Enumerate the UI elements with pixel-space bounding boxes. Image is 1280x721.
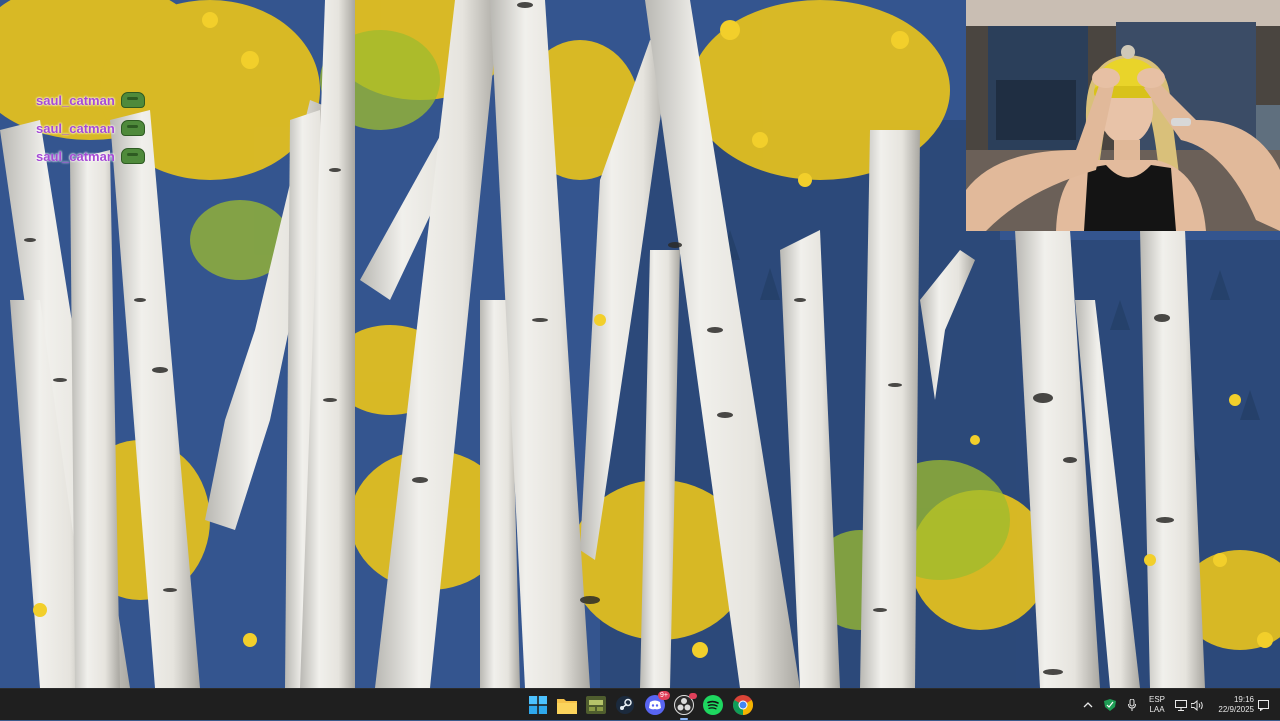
frog-emote-icon: [120, 120, 145, 136]
microphone-tray-button[interactable]: [1124, 689, 1140, 721]
obs-button[interactable]: [673, 693, 697, 720]
speaker-icon: [1190, 699, 1203, 711]
windows-icon: [529, 696, 547, 714]
steam-icon: [616, 696, 634, 714]
notifications-button[interactable]: [1256, 689, 1270, 721]
clock-time: 19:16: [1233, 695, 1254, 704]
chat-username: saul_catman: [36, 92, 115, 108]
file-explorer-button[interactable]: [556, 694, 578, 716]
microphone-icon: [1128, 699, 1136, 711]
notification-bell-icon: [1257, 699, 1269, 711]
spotify-icon: [703, 695, 723, 715]
network-icon: [1175, 699, 1187, 711]
network-tray-button[interactable]: [1174, 689, 1188, 721]
game-app-button[interactable]: [585, 694, 607, 716]
show-hidden-icons-button[interactable]: [1080, 689, 1096, 721]
defender-tray-button[interactable]: [1102, 689, 1118, 721]
chat-username: saul_catman: [36, 148, 115, 164]
clock-date: 22/9/2025: [1218, 705, 1254, 714]
webcam-overlay: [966, 0, 1280, 231]
start-button[interactable]: [527, 694, 549, 716]
input-language-button[interactable]: ESP LAA: [1146, 695, 1168, 715]
volume-tray-button[interactable]: [1190, 689, 1204, 721]
language-code: ESP: [1148, 695, 1165, 704]
notification-badge: 9+: [658, 691, 670, 700]
chat-message: saul_catman: [36, 146, 145, 166]
taskbar: 9+ ESP LAA 19:16 22/9/2025: [0, 688, 1280, 720]
spotify-button[interactable]: [702, 694, 724, 716]
folder-icon: [557, 698, 577, 714]
frog-emote-icon: [120, 92, 145, 108]
webcam-feed: [966, 0, 1280, 231]
chrome-icon: [733, 695, 753, 715]
shield-icon: [1104, 699, 1116, 711]
game-icon: [586, 696, 606, 714]
status-dot: [689, 693, 697, 699]
chat-message: saul_catman: [36, 118, 145, 138]
chrome-button[interactable]: [732, 694, 754, 716]
chat-message: saul_catman: [36, 90, 145, 110]
discord-button[interactable]: 9+: [644, 691, 670, 716]
steam-button[interactable]: [614, 694, 636, 716]
chat-username: saul_catman: [36, 120, 115, 136]
frog-emote-icon: [120, 148, 145, 164]
chevron-up-icon: [1083, 702, 1093, 708]
keyboard-layout: LAA: [1149, 705, 1165, 714]
system-clock[interactable]: 19:16 22/9/2025: [1210, 695, 1254, 715]
